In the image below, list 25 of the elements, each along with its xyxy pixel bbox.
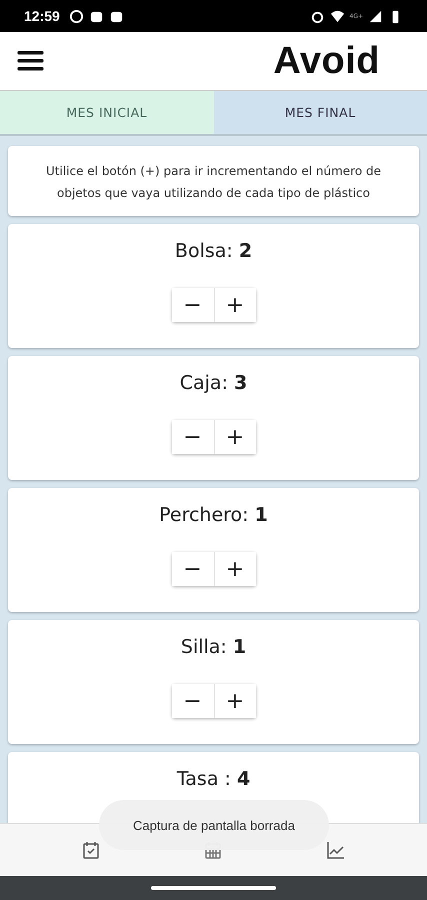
item-count-label: Perchero: 1 [159,504,268,526]
app-title: Avoid [273,40,380,82]
clock: 12:59 [24,8,60,24]
instructions-text: Utilice el botón (+) para ir incrementando el número de objetos que vaya utilizando de cada tipo de plástico [45,163,382,202]
home-handle[interactable] [151,886,276,890]
decrement-button[interactable]: − [172,552,214,586]
line-chart-icon[interactable] [326,840,346,860]
item-count-label: Silla: 1 [180,636,246,658]
item-count-label: Caja: 3 [180,372,248,394]
increment-button[interactable]: + [214,552,256,586]
decrement-button[interactable]: − [172,420,214,454]
signal-icon [368,8,383,24]
increment-button[interactable]: + [214,684,256,718]
menu-icon[interactable] [17,50,44,72]
tab[interactable]: MES FINAL [214,91,427,134]
toast-message: Captura de pantalla borrada [99,800,329,850]
decrement-button[interactable]: − [172,684,214,718]
wifi-icon [330,8,344,24]
tab[interactable]: MES INICIAL [0,91,214,134]
increment-button[interactable]: + [214,288,256,322]
increment-button[interactable]: + [214,420,256,454]
item-count-label: Tasa : 4 [176,768,250,790]
calendar-check-icon[interactable] [81,840,102,860]
decrement-button[interactable]: − [172,288,214,322]
item-count-label: Bolsa: 2 [174,240,252,262]
